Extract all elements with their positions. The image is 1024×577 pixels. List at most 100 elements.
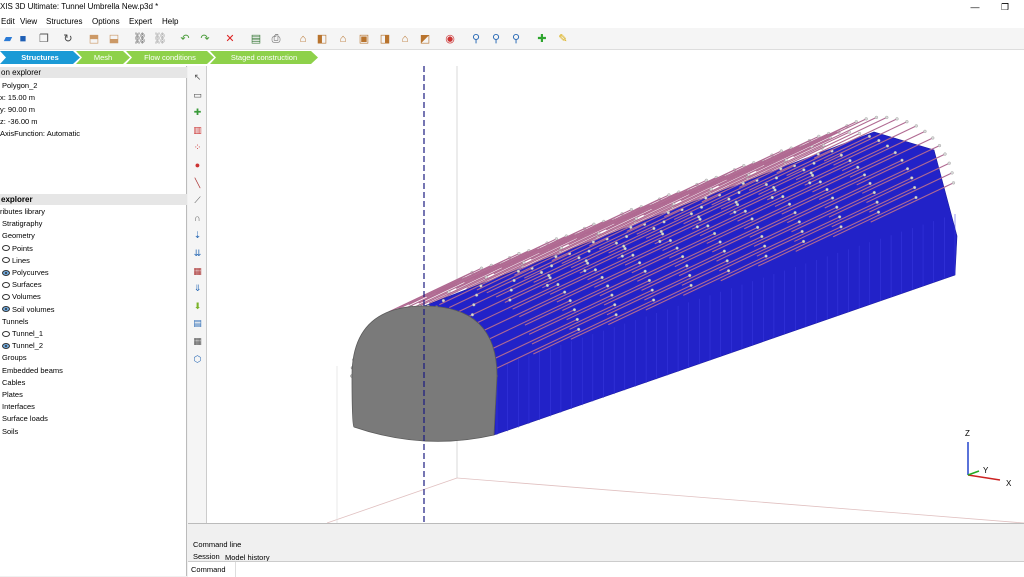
- home-icon[interactable]: ⌂: [295, 31, 311, 47]
- flow-icon[interactable]: ⬇: [190, 299, 205, 314]
- menu-edit[interactable]: Edit: [1, 17, 15, 26]
- save-icon[interactable]: ■: [15, 31, 31, 47]
- pipe-end-node: [864, 117, 868, 121]
- open-icon[interactable]: ▰: [0, 31, 16, 47]
- zoom-out-icon[interactable]: ⚲: [488, 31, 504, 47]
- box-view-icon[interactable]: ▣: [356, 31, 372, 47]
- property-x[interactable]: x: 15.00 m: [0, 93, 35, 102]
- tree-item[interactable]: Soil volumes: [2, 305, 55, 314]
- menu-structures[interactable]: Structures: [46, 17, 82, 26]
- create-surface-icon[interactable]: ▥: [190, 123, 205, 138]
- tree-item[interactable]: Tunnels: [2, 317, 28, 326]
- menu-help[interactable]: Help: [162, 17, 178, 26]
- front-view-icon[interactable]: ◧: [314, 31, 330, 47]
- pipe-end-node: [652, 226, 656, 231]
- visibility-eye-icon[interactable]: [2, 269, 10, 276]
- import-soil-icon[interactable]: ▤: [190, 316, 205, 331]
- pipe-end-node: [624, 234, 629, 239]
- tree-item[interactable]: Cables: [2, 378, 25, 387]
- tab-structures[interactable]: Structures: [0, 51, 80, 64]
- menu-expert[interactable]: Expert: [129, 17, 152, 26]
- add-point-icon[interactable]: ✚: [190, 105, 205, 120]
- tree-item[interactable]: Interfaces: [2, 402, 35, 411]
- redo-icon[interactable]: ↷: [197, 31, 213, 47]
- tree-item[interactable]: Stratigraphy: [2, 219, 42, 228]
- restore-button[interactable]: ❐: [990, 0, 1020, 15]
- tab-mesh[interactable]: Mesh: [76, 51, 130, 64]
- pipe-end-node: [734, 200, 738, 204]
- menu-view[interactable]: View: [20, 17, 37, 26]
- undo-icon[interactable]: ↶: [177, 31, 193, 47]
- zoom-in-icon[interactable]: ⚲: [468, 31, 484, 47]
- report-icon[interactable]: ▤: [248, 31, 264, 47]
- line-load-icon[interactable]: ⇣: [190, 228, 205, 243]
- tunnel-model-scene[interactable]: Z Y X: [207, 66, 1024, 524]
- tree-item[interactable]: Polycurves: [2, 268, 49, 277]
- link-icon[interactable]: ⛓: [132, 31, 148, 47]
- tree-item[interactable]: Tunnel_2: [2, 341, 43, 350]
- tree-item[interactable]: Tunnel_1: [2, 329, 43, 338]
- menu-options[interactable]: Options: [92, 17, 120, 26]
- settings-icon[interactable]: ⬡: [190, 352, 205, 367]
- command-input[interactable]: [235, 562, 1024, 577]
- visibility-eye-icon[interactable]: [2, 330, 10, 337]
- tunnel-icon[interactable]: ∩: [190, 211, 205, 226]
- tab-session[interactable]: Session: [193, 552, 220, 561]
- visibility-eye-icon[interactable]: [2, 281, 10, 288]
- tree-item[interactable]: ributes library: [0, 207, 45, 216]
- 3d-viewport[interactable]: Z Y X: [207, 66, 1024, 524]
- selected-object-name[interactable]: Polygon_2: [2, 81, 37, 90]
- perspective-icon[interactable]: ◩: [417, 31, 433, 47]
- visibility-eye-icon[interactable]: [2, 245, 10, 252]
- visibility-eye-icon[interactable]: [2, 306, 10, 313]
- tree-item[interactable]: Points: [2, 244, 33, 253]
- import-icon[interactable]: ⬒: [86, 31, 102, 47]
- tree-item[interactable]: Embedded beams: [2, 366, 63, 375]
- tree-item[interactable]: Geometry: [2, 231, 35, 240]
- volume-icon[interactable]: ▦: [190, 264, 205, 279]
- export-icon[interactable]: ⬓: [106, 31, 122, 47]
- command-input-row[interactable]: Command: [188, 561, 1024, 577]
- pan-icon[interactable]: ✚: [534, 31, 550, 47]
- tree-item[interactable]: Surfaces: [2, 280, 42, 289]
- visibility-eye-icon[interactable]: [2, 257, 10, 264]
- tree-item[interactable]: Volumes: [2, 292, 41, 301]
- tree-item[interactable]: Soils: [2, 427, 18, 436]
- tree-item[interactable]: Groups: [2, 353, 27, 362]
- visibility-eye-icon[interactable]: [2, 293, 10, 300]
- pipe-end-node: [848, 159, 852, 163]
- point-load-icon[interactable]: ●: [190, 158, 205, 173]
- side-view-icon[interactable]: ◨: [377, 31, 393, 47]
- property-z[interactable]: z: -36.00 m: [0, 117, 38, 126]
- visibility-eye-icon[interactable]: [2, 342, 10, 349]
- iso-view-icon[interactable]: ⌂: [397, 31, 413, 47]
- beam-icon[interactable]: ⟋: [190, 193, 205, 208]
- print-icon[interactable]: ⎙: [268, 31, 284, 47]
- move-icon[interactable]: ▭: [190, 88, 205, 103]
- table-icon[interactable]: ▦: [190, 334, 205, 349]
- tree-item[interactable]: Plates: [2, 390, 23, 399]
- minimize-button[interactable]: —: [960, 0, 990, 15]
- delete-icon[interactable]: ✕: [222, 31, 238, 47]
- copy-icon[interactable]: ❐: [36, 31, 52, 47]
- highlight-icon[interactable]: ✎: [555, 31, 571, 47]
- tab-flow-conditions[interactable]: Flow conditions: [126, 51, 214, 64]
- top-view-icon[interactable]: ⌂: [335, 31, 351, 47]
- select-icon[interactable]: ↖: [190, 70, 205, 85]
- tab-staged-construction[interactable]: Staged construction: [210, 51, 318, 64]
- array-icon[interactable]: ⁘: [190, 140, 205, 155]
- zoom-window-icon[interactable]: ⚲: [508, 31, 524, 47]
- tree-item[interactable]: Lines: [2, 256, 30, 265]
- y-axis-label: Y: [983, 466, 989, 475]
- refresh-icon[interactable]: ↻: [60, 31, 76, 47]
- prescribed-displacement-icon[interactable]: ⇓: [190, 281, 205, 296]
- tunnel-lining[interactable]: [423, 131, 958, 436]
- tree-item[interactable]: Surface loads: [2, 414, 48, 423]
- property-y[interactable]: y: 90.00 m: [0, 105, 35, 114]
- pipe-end-node: [737, 190, 741, 195]
- surface-load-icon[interactable]: ⇊: [190, 246, 205, 261]
- property-axis-function[interactable]: AxisFunction: Automatic: [0, 129, 80, 138]
- line-icon[interactable]: ╲: [190, 176, 205, 191]
- unlink-icon[interactable]: ⛓: [152, 31, 168, 47]
- camera-icon[interactable]: ◉: [442, 31, 458, 47]
